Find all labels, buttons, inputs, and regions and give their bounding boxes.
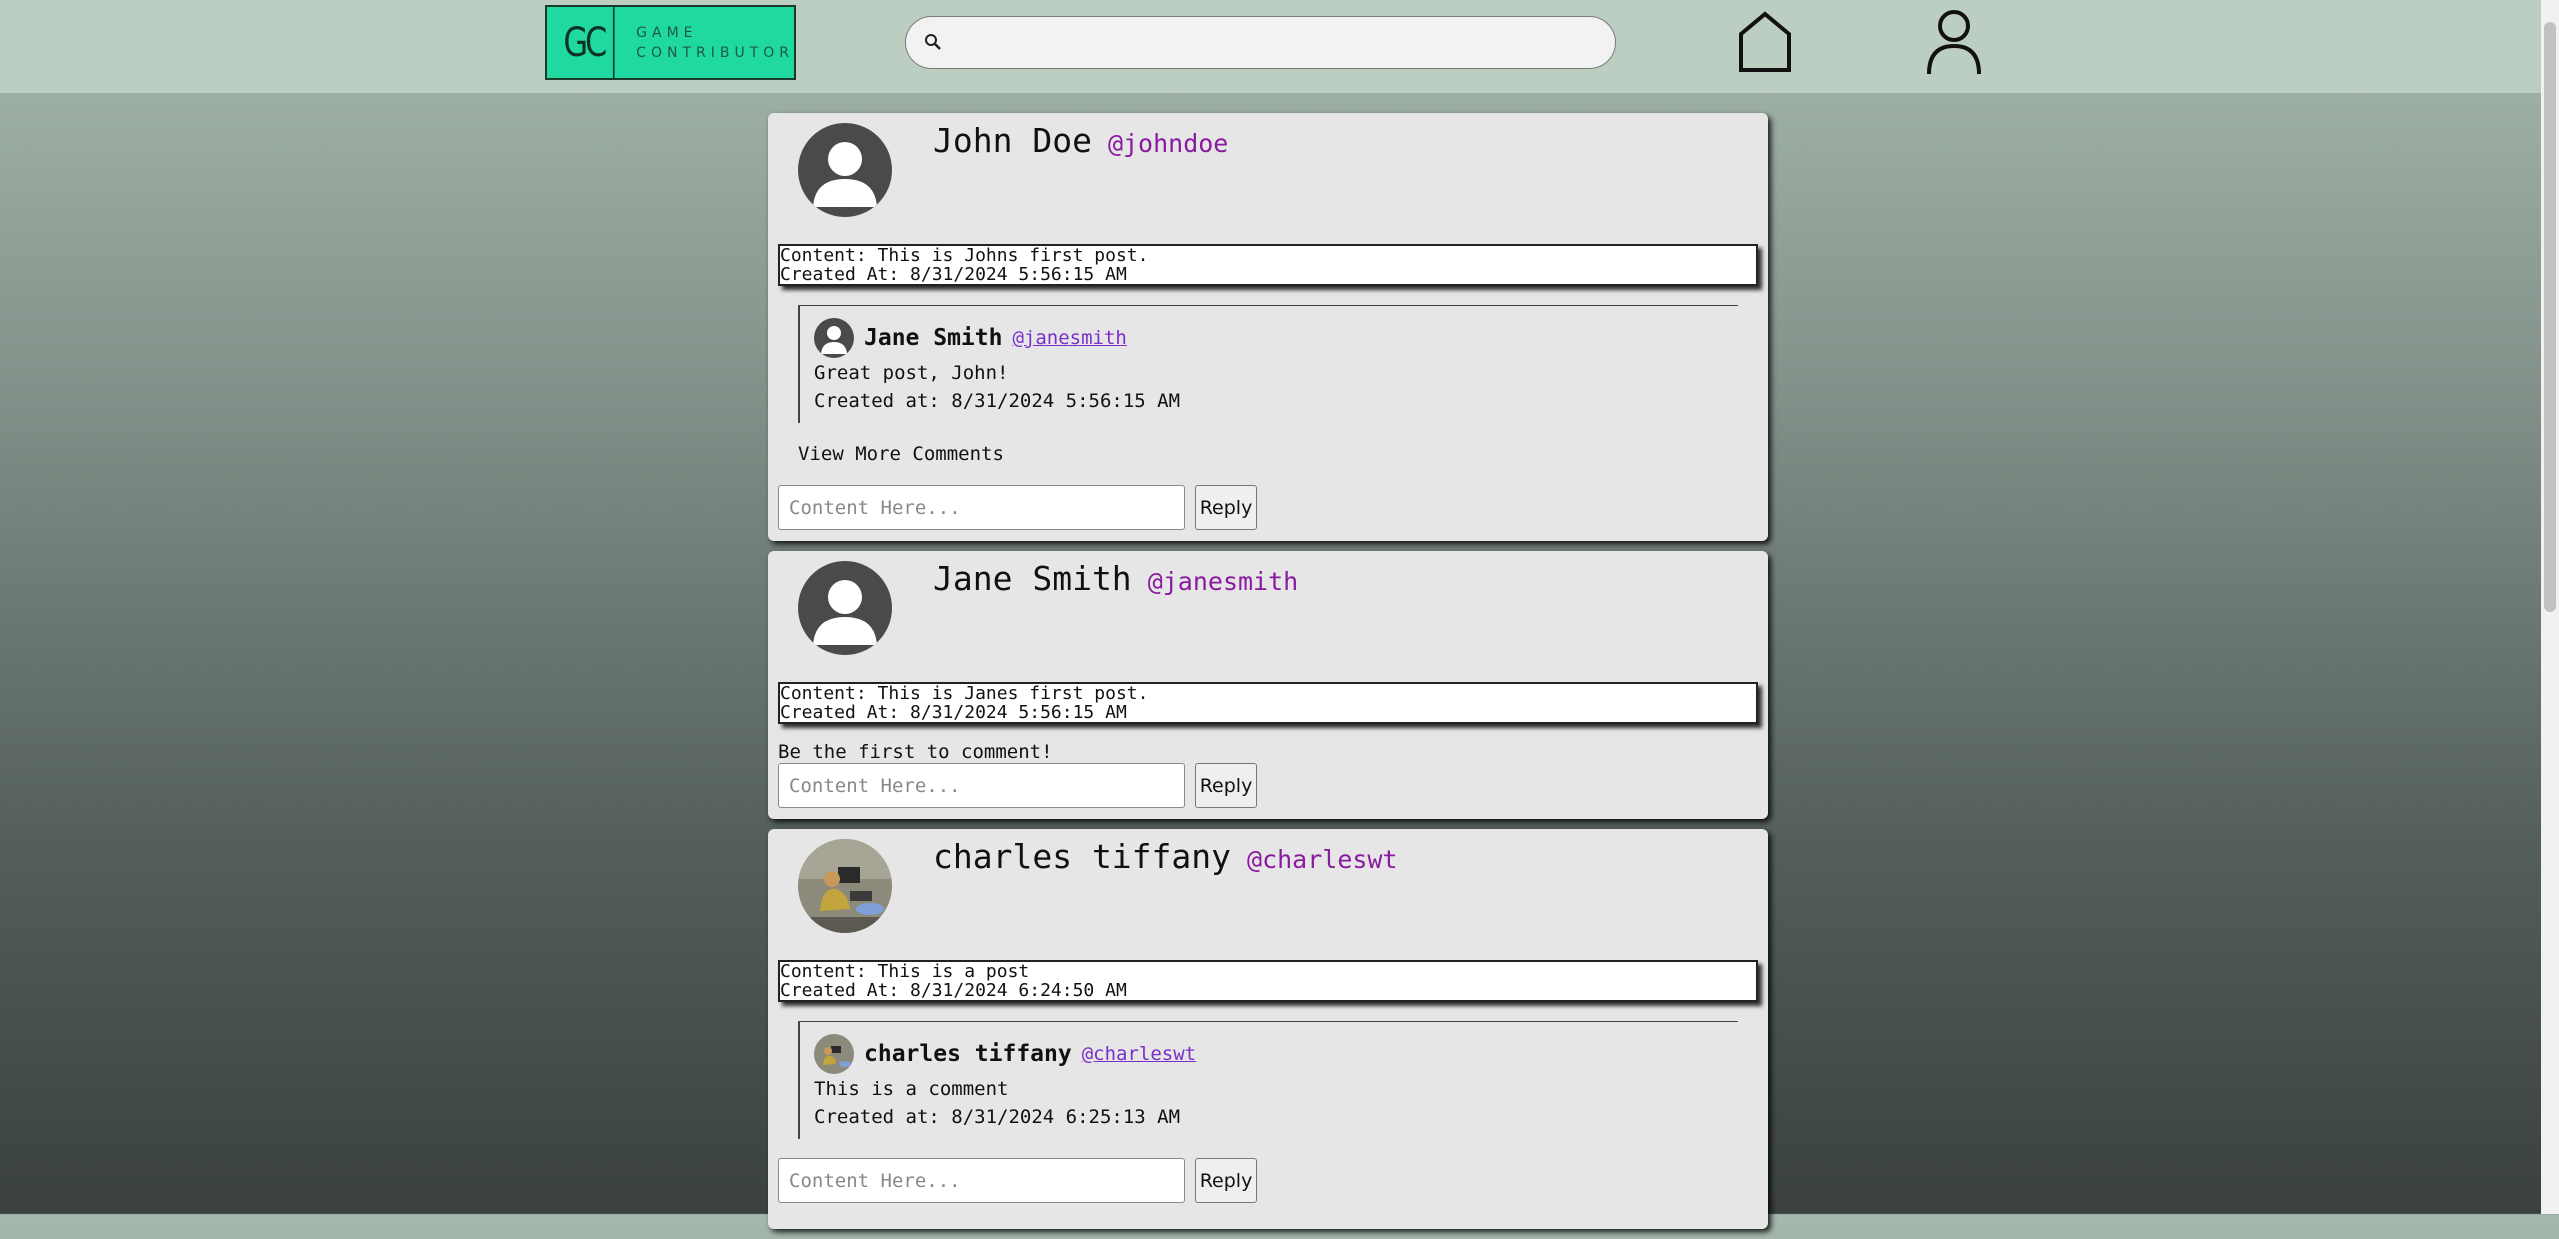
post-author: charles tiffany @charleswt	[933, 837, 1398, 876]
page-scrollbar[interactable]	[2541, 0, 2559, 1214]
post-author-name: John Doe	[933, 121, 1092, 160]
logo-text: GAME CONTRIBUTOR	[622, 7, 794, 78]
post-author-name: charles tiffany	[933, 837, 1232, 876]
search-input[interactable]	[950, 25, 1600, 61]
logo-line-1: GAME	[636, 24, 698, 41]
post-author: Jane Smith @janesmith	[933, 559, 1298, 598]
comment-text: This is a comment	[814, 1078, 1009, 1100]
post-author-handle[interactable]: @janesmith	[1148, 567, 1299, 596]
home-icon[interactable]	[1738, 10, 1792, 76]
avatar[interactable]	[814, 1034, 854, 1074]
reply-form: Reply	[778, 763, 1257, 808]
reply-button[interactable]: Reply	[1195, 763, 1257, 808]
post-content-text: Content: This is Janes first post.	[780, 683, 1149, 704]
scrollbar-thumb[interactable]	[2544, 22, 2556, 612]
post-created-at: Created At: 8/31/2024 6:24:50 AM	[780, 980, 1127, 1001]
comment-header: Jane Smith @janesmith	[814, 318, 1127, 358]
avatar[interactable]	[814, 318, 854, 358]
post-created-at: Created At: 8/31/2024 5:56:15 AM	[780, 702, 1127, 723]
reply-input[interactable]	[778, 485, 1185, 530]
post-content: Content: This is Johns first post. Creat…	[778, 244, 1758, 286]
comment-author-name: charles tiffany	[864, 1041, 1072, 1067]
logo-line-2: CONTRIBUTOR	[636, 44, 794, 61]
comment-author-handle[interactable]: @charleswt	[1082, 1043, 1196, 1065]
comment-author-handle[interactable]: @janesmith	[1012, 327, 1126, 349]
post-author-handle[interactable]: @charleswt	[1247, 845, 1398, 874]
reply-button[interactable]: Reply	[1195, 1158, 1257, 1203]
post-author: John Doe @johndoe	[933, 121, 1228, 160]
reply-form: Reply	[778, 1158, 1257, 1203]
logo[interactable]: GC GAME CONTRIBUTOR	[545, 5, 796, 80]
user-icon[interactable]	[1926, 8, 1982, 80]
logo-mark: GC	[555, 7, 615, 78]
post-created-at: Created At: 8/31/2024 5:56:15 AM	[780, 264, 1127, 285]
comment: charles tiffany @charleswt This is a com…	[798, 1021, 1738, 1139]
empty-comments-message: Be the first to comment!	[778, 741, 1053, 763]
avatar[interactable]	[798, 123, 892, 217]
search-bar[interactable]	[905, 16, 1616, 69]
avatar[interactable]	[798, 561, 892, 655]
reply-form: Reply	[778, 485, 1257, 530]
view-more-comments[interactable]: View More Comments	[798, 443, 1004, 465]
post-card: Jane Smith @janesmith Content: This is Ja…	[768, 551, 1768, 819]
comment-text: Great post, John!	[814, 362, 1009, 384]
search-icon	[924, 33, 942, 55]
post-content: Content: This is Janes first post. Creat…	[778, 682, 1758, 724]
reply-input[interactable]	[778, 1158, 1185, 1203]
post-feed: John Doe @johndoe Content: This is Johns …	[768, 113, 1768, 1239]
post-content-text: Content: This is Johns first post.	[780, 245, 1149, 266]
avatar[interactable]	[798, 839, 892, 933]
post-author-name: Jane Smith	[933, 559, 1132, 598]
post-content-text: Content: This is a post	[780, 961, 1030, 982]
comment-author-name: Jane Smith	[864, 325, 1003, 351]
comment-header: charles tiffany @charleswt	[814, 1034, 1196, 1074]
post-content: Content: This is a post Created At: 8/31…	[778, 960, 1758, 1002]
reply-button[interactable]: Reply	[1195, 485, 1257, 530]
post-author-handle[interactable]: @johndoe	[1108, 129, 1228, 158]
comment: Jane Smith @janesmith Great post, John! …	[798, 305, 1738, 423]
comment-created-at: Created at: 8/31/2024 6:25:13 AM	[814, 1106, 1181, 1128]
top-bar: GC GAME CONTRIBUTOR	[0, 0, 2541, 93]
post-card: charles tiffany @charleswt Content: This …	[768, 829, 1768, 1229]
reply-input[interactable]	[778, 763, 1185, 808]
post-card: John Doe @johndoe Content: This is Johns …	[768, 113, 1768, 541]
comment-created-at: Created at: 8/31/2024 5:56:15 AM	[814, 390, 1181, 412]
